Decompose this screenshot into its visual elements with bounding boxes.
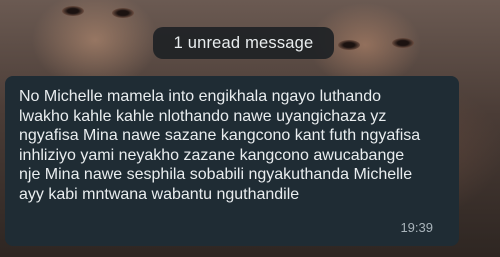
wallpaper-eye-3 [338,40,360,50]
wallpaper-eye-1 [62,6,84,16]
unread-banner-label: 1 unread message [173,33,314,52]
message-timestamp: 19:39 [400,220,433,235]
wallpaper-eye-2 [112,8,134,18]
wallpaper-eye-4 [392,38,414,48]
incoming-message-bubble[interactable]: No Michelle mamela into engikhala ngayo … [5,76,459,246]
message-text: No Michelle mamela into engikhala ngayo … [19,88,421,203]
unread-messages-banner: 1 unread message [153,27,334,59]
